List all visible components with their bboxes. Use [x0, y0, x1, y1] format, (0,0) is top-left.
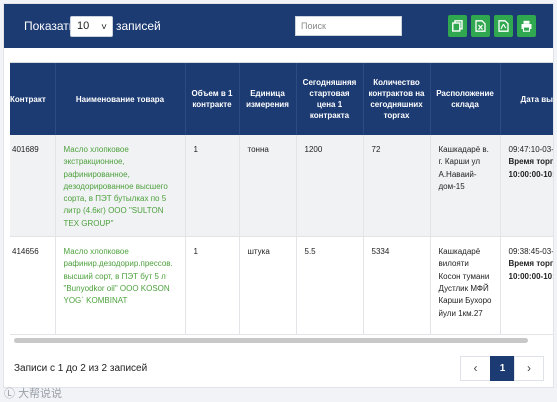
cell-warehouse: Кашкадарё вилояти Косон тумани Дустлик М…: [430, 236, 501, 336]
excel-icon: [475, 20, 486, 32]
table-row[interactable]: 414656 Масло хлопковое рафинир.дезодорир…: [10, 236, 554, 336]
trade-time-value: 10:00:00-10:19:59: [508, 271, 554, 281]
header-warehouse[interactable]: Расположение склада: [430, 63, 501, 135]
cell-count: 5334: [363, 236, 431, 336]
print-button[interactable]: [517, 15, 536, 37]
watermark-icon: Ⓛ: [4, 388, 15, 400]
trade-time-label: Время торгов:: [508, 157, 554, 167]
cell-unit: тонна: [239, 135, 297, 238]
records-label: записей: [116, 19, 161, 33]
listing-date: 09:47:10-03-01-2025: [508, 145, 554, 154]
table-scroll-area: Контракт Наименование товара Объем в 1 к…: [10, 62, 553, 345]
cell-product[interactable]: Масло хлопковое экстракционное, рафиниро…: [55, 135, 186, 238]
header-contract[interactable]: Контракт: [10, 63, 56, 135]
search-input[interactable]: Поиск: [295, 16, 402, 36]
cell-product[interactable]: Масло хлопковое рафинир.дезодорир.прессо…: [55, 236, 186, 336]
header-volume[interactable]: Объем в 1 контракте: [185, 63, 240, 135]
cell-count: 72: [363, 135, 431, 238]
page-button-1[interactable]: 1: [490, 356, 515, 381]
copy-button[interactable]: [448, 15, 467, 37]
cell-volume: 1: [185, 135, 240, 238]
contracts-table: Контракт Наименование товара Объем в 1 к…: [10, 63, 554, 336]
cell-date: 09:47:10-03-01-2025 Время торгов: 10:00:…: [500, 135, 554, 238]
trade-time-value: 10:00:00-10:19:59: [508, 169, 554, 179]
excel-button[interactable]: [471, 15, 490, 37]
header-date[interactable]: Дата выставлен: [500, 63, 553, 135]
pdf-button[interactable]: [494, 15, 513, 37]
cell-date: 09:38:45-03-01-2025 Время торгов: 10:00:…: [500, 236, 554, 336]
prev-page-button[interactable]: ‹: [460, 356, 491, 381]
cell-warehouse: Кашкадарё в. г. Карши ул А.Наваий-дом-15: [430, 135, 501, 238]
chevron-right-icon: ›: [527, 361, 531, 375]
pdf-icon: [498, 20, 509, 32]
records-info: Записи с 1 до 2 из 2 записей: [14, 363, 148, 374]
cell-contract: 414656: [10, 236, 56, 336]
header-price[interactable]: Сегодняшняя стартовая цена 1 контракта: [296, 63, 364, 135]
table-toolbar: Показать 10 ˅ записей Поиск: [4, 4, 553, 48]
print-icon: [521, 20, 532, 32]
listing-date: 09:38:45-03-01-2025: [508, 247, 554, 257]
cell-price: 5.5: [296, 236, 364, 336]
data-table-panel: Показать 10 ˅ записей Поиск Контракт Наи…: [3, 3, 554, 388]
header-count[interactable]: Количество контрактов на сегодняшних тор…: [363, 63, 431, 135]
cell-volume: 1: [185, 236, 240, 336]
header-unit[interactable]: Единица измерения: [239, 63, 297, 135]
page-size-select[interactable]: 10 ˅: [70, 16, 113, 37]
table-header-row: Контракт Наименование товара Объем в 1 к…: [10, 63, 553, 135]
next-page-button[interactable]: ›: [514, 356, 544, 381]
horizontal-scrollbar[interactable]: [14, 338, 528, 343]
chevron-down-icon: ˅: [101, 22, 107, 33]
page-size-value: 10: [77, 20, 90, 32]
cell-unit: штука: [239, 236, 297, 336]
cell-contract: 401689: [10, 135, 56, 238]
table-row[interactable]: 401689 Масло хлопковое экстракционное, р…: [10, 135, 554, 238]
cell-price: 1200: [296, 135, 364, 238]
watermark: Ⓛ 大帮说说: [4, 385, 62, 401]
chevron-left-icon: ‹: [473, 361, 478, 375]
watermark-text: 大帮说说: [18, 388, 63, 400]
header-product[interactable]: Наименование товара: [55, 63, 186, 135]
trade-time-label: Время торгов:: [508, 259, 554, 269]
copy-icon: [452, 20, 463, 32]
page-size-label: Показать: [24, 19, 76, 33]
